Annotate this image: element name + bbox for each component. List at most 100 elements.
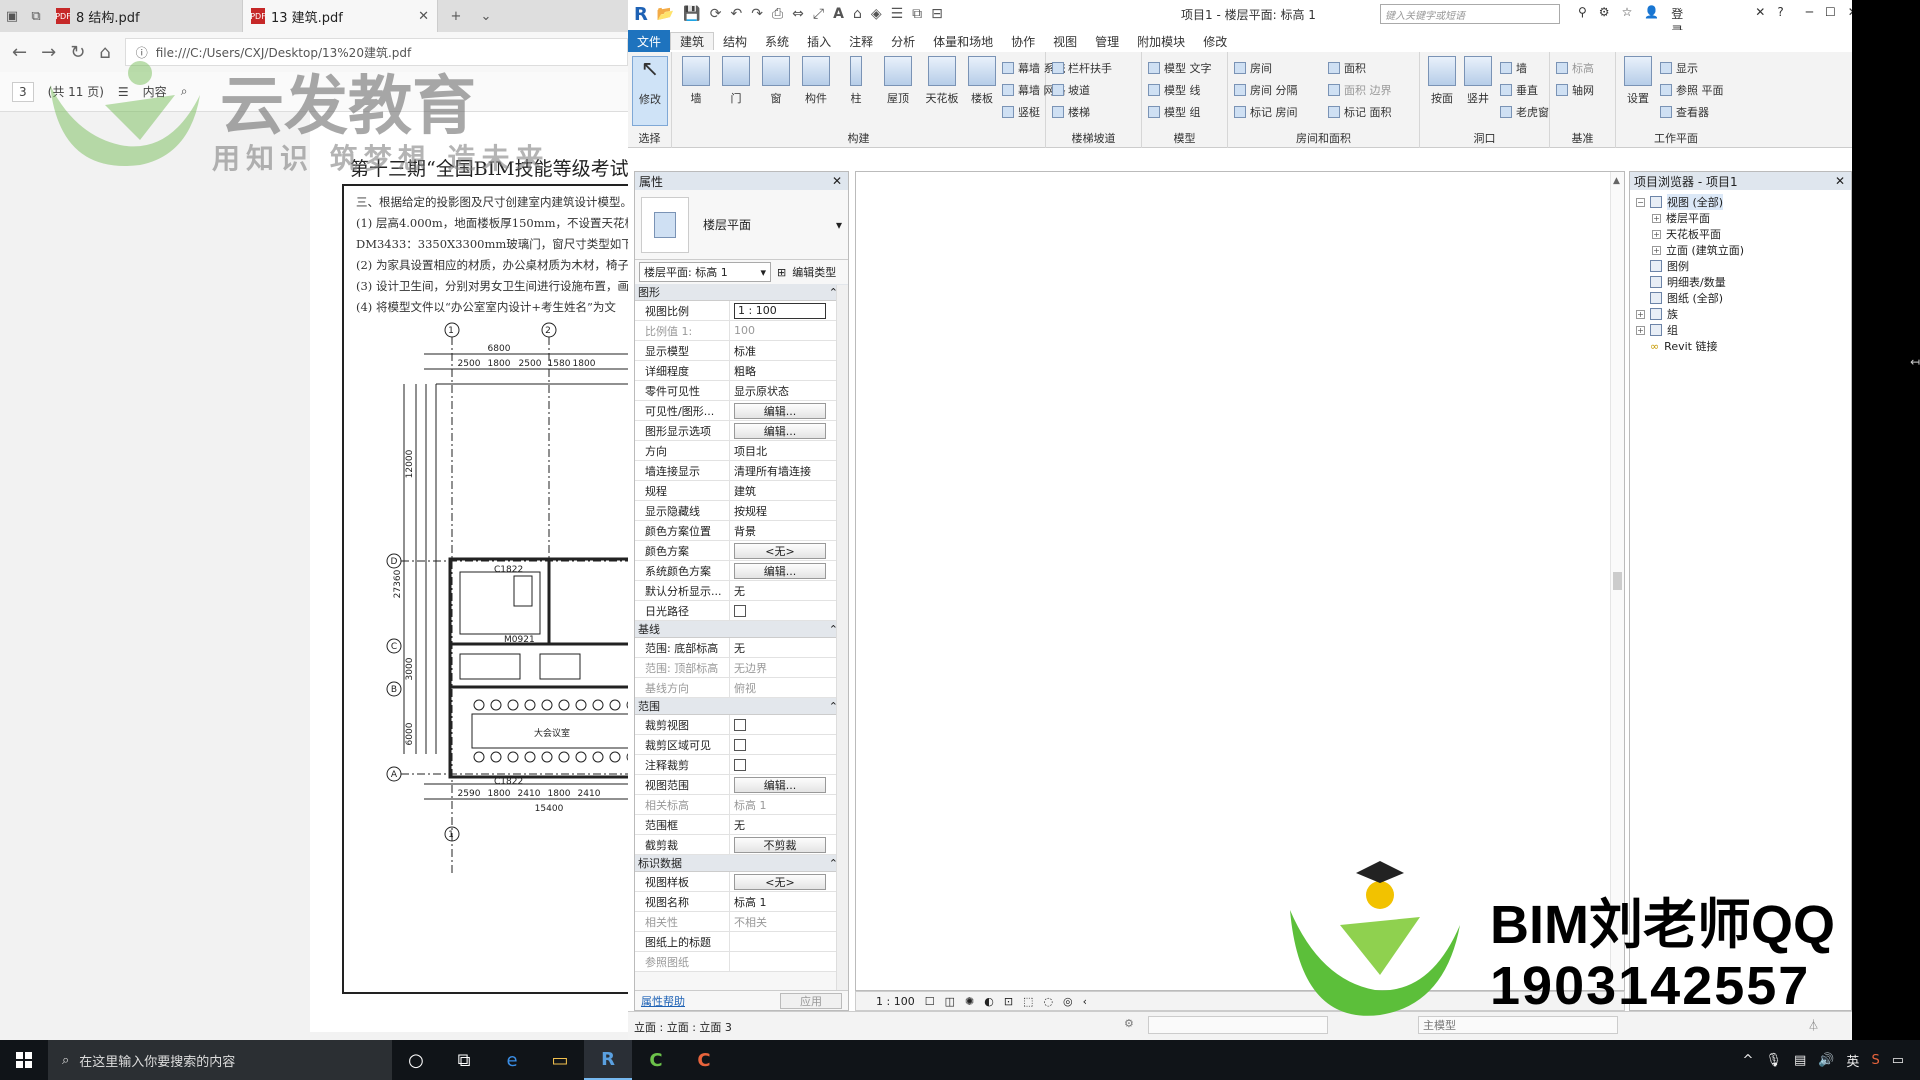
sun-path-icon[interactable]: ✺ [965,995,974,1008]
tab-file[interactable]: 文件 [628,30,671,52]
property-value[interactable] [730,601,848,620]
expand-icon[interactable]: + [1652,229,1661,239]
group-label[interactable]: 房间和面积 [1228,130,1419,146]
tab-manage[interactable]: 管理 [1086,33,1128,50]
area-boundary-button[interactable]: 面积 边界 [1328,82,1392,98]
tab-modify[interactable]: 修改 [1194,33,1236,50]
apply-button[interactable]: 应用 [780,992,842,1009]
property-value[interactable]: 显示原状态 [730,381,848,400]
chevron-down-icon[interactable]: ▾ [836,218,842,232]
section-icon[interactable]: ◈ [871,6,882,22]
3d-view-icon[interactable]: ⌂ [853,6,862,22]
column-button[interactable]: 柱 [838,56,874,106]
language-indicator[interactable]: 英 [1846,1051,1859,1070]
collapse-icon[interactable]: ‹ [1083,995,1087,1008]
undo-icon[interactable]: ↶ [730,6,742,22]
property-button[interactable]: <无> [734,542,826,559]
property-value[interactable]: 无 [730,638,848,657]
ramp-button[interactable]: 坡道 [1052,82,1090,98]
show-workplane-button[interactable]: 显示 [1660,60,1698,76]
tab-insert[interactable]: 插入 [798,33,840,50]
type-selector[interactable]: 楼层平面 ▾ [635,190,848,260]
revit-taskbar-icon[interactable]: R [584,1040,632,1080]
url-field[interactable]: ⓘ file:///C:/Users/CXJ/Desktop/13%20建筑.pd… [124,38,628,66]
page-number-input[interactable]: 3 [12,81,34,102]
property-value[interactable]: <无> [730,872,848,891]
temp-hide-icon[interactable]: ◌ [1043,995,1053,1008]
tag-area-button[interactable]: 标记 面积 [1328,104,1392,120]
tree-item-legends[interactable]: 图例 [1650,258,1689,274]
property-value[interactable]: 背景 [730,521,848,540]
property-value[interactable] [730,755,848,774]
properties-scrollbar[interactable] [836,285,848,990]
workset-icon[interactable]: ⚙ [1124,1017,1134,1030]
by-face-button[interactable]: 按面 [1424,56,1460,106]
sync-icon[interactable]: ⟳ [710,6,722,22]
model-group-button[interactable]: 模型 组 [1148,104,1201,120]
ceiling-button[interactable]: 天花板 [922,56,962,106]
close-properties-icon[interactable]: ✕ [832,174,842,188]
reveal-hidden-icon[interactable]: ◎ [1063,995,1073,1008]
area-button[interactable]: 面积 [1328,60,1366,76]
tab-structure[interactable]: 结构 [714,33,756,50]
wall-button[interactable]: 墙 [678,56,714,106]
property-value[interactable] [730,932,848,951]
instance-filter-select[interactable]: 楼层平面: 标高 1 ▾ [639,262,771,282]
revit-logo-icon[interactable]: R [634,4,648,25]
tab-architecture-pdf[interactable]: PDF 13 建筑.pdf ✕ [243,0,438,32]
help-search-input[interactable]: 键入关键字或短语 [1380,4,1560,24]
detail-level-icon[interactable]: ☐ [925,995,935,1008]
tab-addins[interactable]: 附加模块 [1128,33,1194,50]
home-icon[interactable]: ⌂ [99,42,110,63]
model-line-button[interactable]: 模型 线 [1148,82,1201,98]
back-icon[interactable]: ← [12,42,27,63]
switch-windows-icon[interactable]: ⊟ [931,6,943,22]
search-icon[interactable]: ⌕ [181,84,188,99]
contents-label[interactable]: 内容 [143,83,167,100]
property-value[interactable]: 编辑... [730,401,848,420]
close-browser-icon[interactable]: ✕ [1835,174,1845,188]
file-explorer-icon[interactable]: ▭ [536,1040,584,1080]
open-icon[interactable]: 📂 [657,6,674,22]
property-value[interactable]: 清理所有墙连接 [730,461,848,480]
tree-item-floor-plans[interactable]: + 楼层平面 [1652,210,1710,226]
start-button[interactable] [0,1040,48,1080]
property-checkbox[interactable] [734,604,746,617]
room-separator-button[interactable]: 房间 分隔 [1234,82,1298,98]
tree-item-revit-links[interactable]: ∞ Revit 链接 [1650,338,1717,354]
window-button[interactable]: 窗 [758,56,794,106]
stair-button[interactable]: 楼梯 [1052,104,1090,120]
property-value[interactable]: 标准 [730,341,848,360]
model-text-button[interactable]: 模型 文字 [1148,60,1212,76]
volume-icon[interactable]: 🔊 [1818,1053,1834,1068]
new-tab-icon[interactable]: + [438,0,474,32]
wall-opening-button[interactable]: 墙 [1500,60,1527,76]
door-button[interactable]: 门 [718,56,754,106]
thin-lines-icon[interactable]: ☰ [891,6,904,22]
shadows-icon[interactable]: ◐ [984,995,994,1008]
property-value[interactable]: 项目北 [730,441,848,460]
network-icon[interactable]: ▤ [1794,1053,1806,1068]
property-category[interactable]: 范围 ⌃ [635,698,848,715]
save-icon[interactable]: 💾 [683,6,700,22]
property-value[interactable]: 编辑... [730,421,848,440]
vertical-opening-button[interactable]: 垂直 [1500,82,1538,98]
task-view-icon[interactable]: ⧉ [440,1040,488,1080]
property-button[interactable]: 编辑... [734,776,826,793]
ime-icon[interactable]: S [1871,1053,1879,1068]
dormer-button[interactable]: 老虎窗 [1500,104,1549,120]
collapse-icon[interactable]: − [1636,197,1645,207]
tree-item-sheets[interactable]: 图纸 (全部) [1650,290,1723,306]
property-value[interactable]: <无> [730,541,848,560]
set-workplane-button[interactable]: 设置 [1620,56,1656,106]
cortana-icon[interactable]: ○ [392,1040,440,1080]
shaft-button[interactable]: 竖井 [1460,56,1496,106]
dimension-icon[interactable]: ⤢ [813,6,824,22]
mullion-button[interactable]: 竖梃 [1002,104,1040,120]
floor-button[interactable]: 楼板 [964,56,1000,106]
tree-item-ceiling-plans[interactable]: + 天花板平面 [1652,226,1721,242]
edge-icon[interactable]: e [488,1040,536,1080]
property-button[interactable]: 不剪裁 [734,836,826,853]
tab-view[interactable]: 视图 [1044,33,1086,50]
viewer-button[interactable]: 查看器 [1660,104,1709,120]
